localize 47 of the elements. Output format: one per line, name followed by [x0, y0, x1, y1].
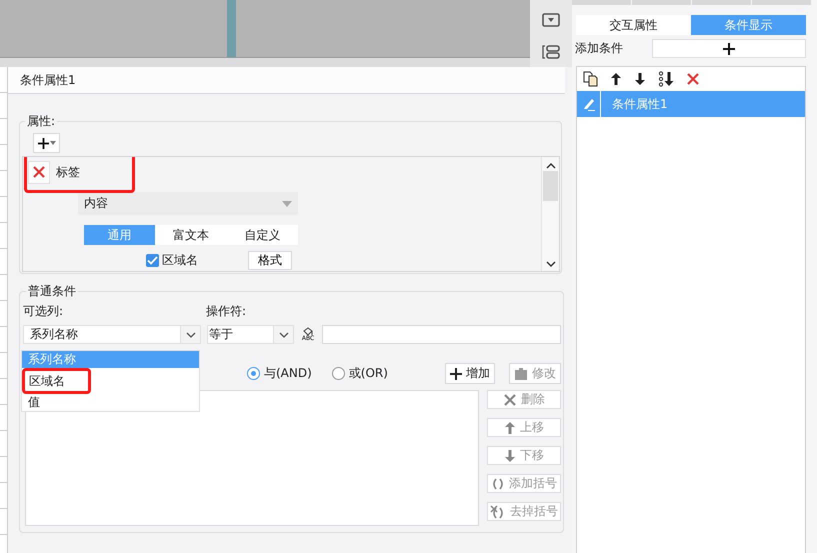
dropdown-option[interactable]: 值 [22, 394, 199, 411]
arrow-up-icon [504, 420, 516, 434]
content-select[interactable]: 内容 [78, 192, 298, 215]
chevron-down-icon [546, 261, 556, 267]
dropdown-option[interactable]: 区域名 [22, 368, 199, 394]
plus-icon [38, 138, 48, 148]
close-icon [503, 392, 517, 406]
operator-select[interactable]: 等于 [207, 325, 294, 344]
chevron-down-icon [186, 332, 196, 338]
conditions-legend: 普通条件 [26, 283, 78, 300]
layout-icon [542, 44, 560, 60]
brackets-icon [491, 476, 505, 490]
radio-button[interactable]: 与(AND) [247, 365, 312, 382]
add-button[interactable]: 增加 [445, 363, 495, 384]
attributes-legend: 属性: [25, 113, 58, 130]
column-select[interactable]: 系列名称 [23, 325, 201, 344]
pencil-icon [582, 97, 596, 111]
check-icon [147, 256, 158, 264]
format-button[interactable]: 格式 [248, 250, 292, 270]
caret-icon [282, 200, 292, 206]
add-attribute-button[interactable] [33, 133, 60, 153]
plus-icon [723, 42, 735, 54]
arrow-down-icon [504, 448, 516, 462]
brackets-cross-icon [490, 504, 506, 518]
arrow-up-icon [610, 72, 622, 86]
attribute-name: 标签 [56, 164, 80, 180]
chevron-up-icon [546, 163, 556, 169]
value-field[interactable] [322, 325, 561, 344]
plus-icon [450, 368, 462, 380]
bucket-icon [302, 327, 314, 336]
dialog-title: 条件属性1 [20, 72, 76, 88]
dropdown-box-icon [542, 13, 560, 27]
block-icon [514, 366, 528, 380]
operator-label: 操作符: [206, 302, 246, 320]
caret-icon [50, 141, 56, 145]
arrow-down-icon [634, 72, 646, 86]
move-to-bottom-icon [658, 71, 674, 87]
radio-button[interactable]: 或(OR) [332, 365, 388, 382]
close-icon [686, 72, 700, 86]
add-condition-label: 添加条件 [575, 40, 624, 57]
column-label: 可选列: [23, 302, 64, 320]
copy-icon [583, 71, 598, 87]
tab[interactable]: 交互属性 [576, 15, 691, 35]
close-icon [32, 165, 46, 179]
chevron-down-icon [278, 332, 288, 338]
remove-attribute-button[interactable] [28, 160, 50, 184]
area-name-checkbox[interactable]: 区域名 [146, 252, 198, 268]
